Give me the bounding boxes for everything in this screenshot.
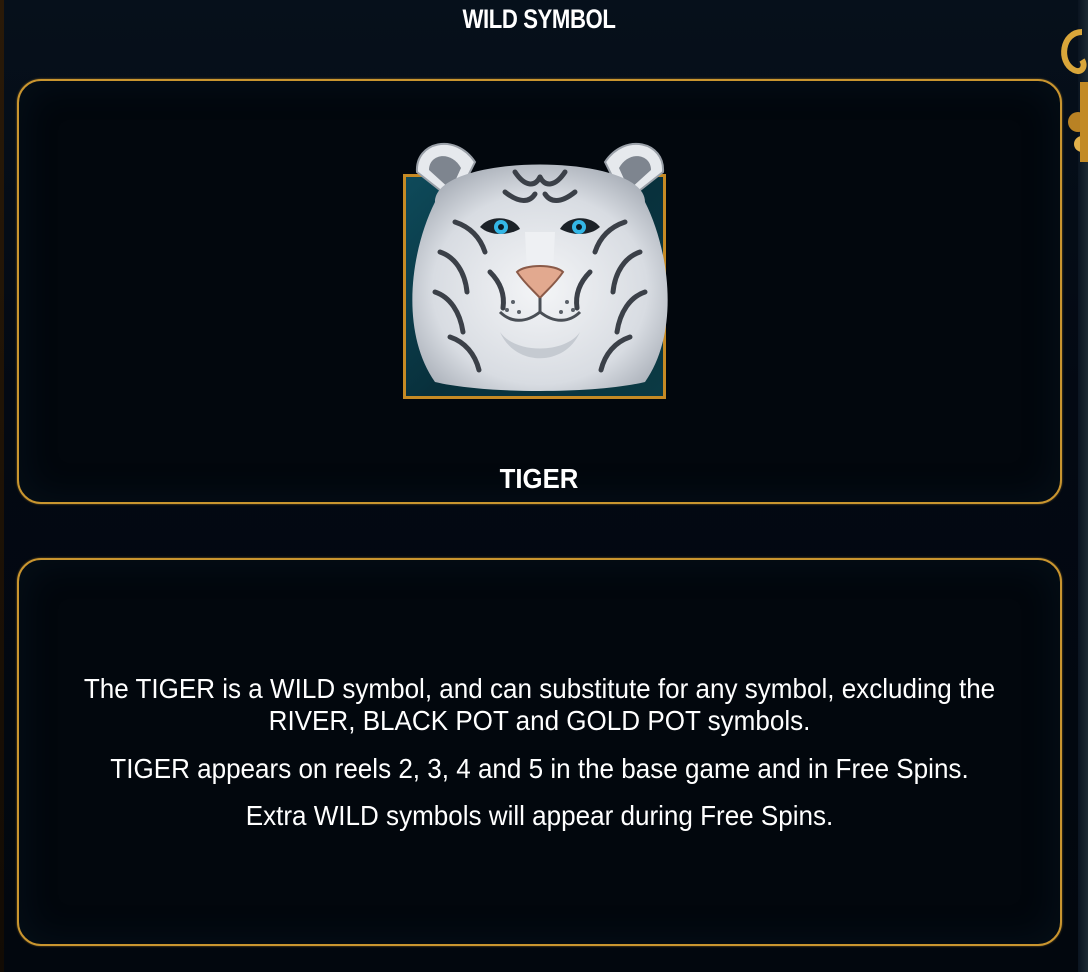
paytable-page: WILD SYMBOL TIGER The TIGER is a WILD sy…	[0, 0, 1088, 972]
description-line-2: TIGER appears on reels 2, 3, 4 and 5 in …	[110, 753, 969, 784]
description-line-3: Extra WILD symbols will appear during Fr…	[245, 800, 834, 831]
description-line-1: The TIGER is a WILD symbol, and can subs…	[83, 673, 996, 736]
description-panel	[17, 558, 1062, 946]
symbol-name: TIGER	[499, 463, 579, 494]
page-title: WILD SYMBOL	[462, 4, 616, 34]
white-tiger-icon	[412, 143, 668, 391]
left-edge	[0, 0, 4, 972]
